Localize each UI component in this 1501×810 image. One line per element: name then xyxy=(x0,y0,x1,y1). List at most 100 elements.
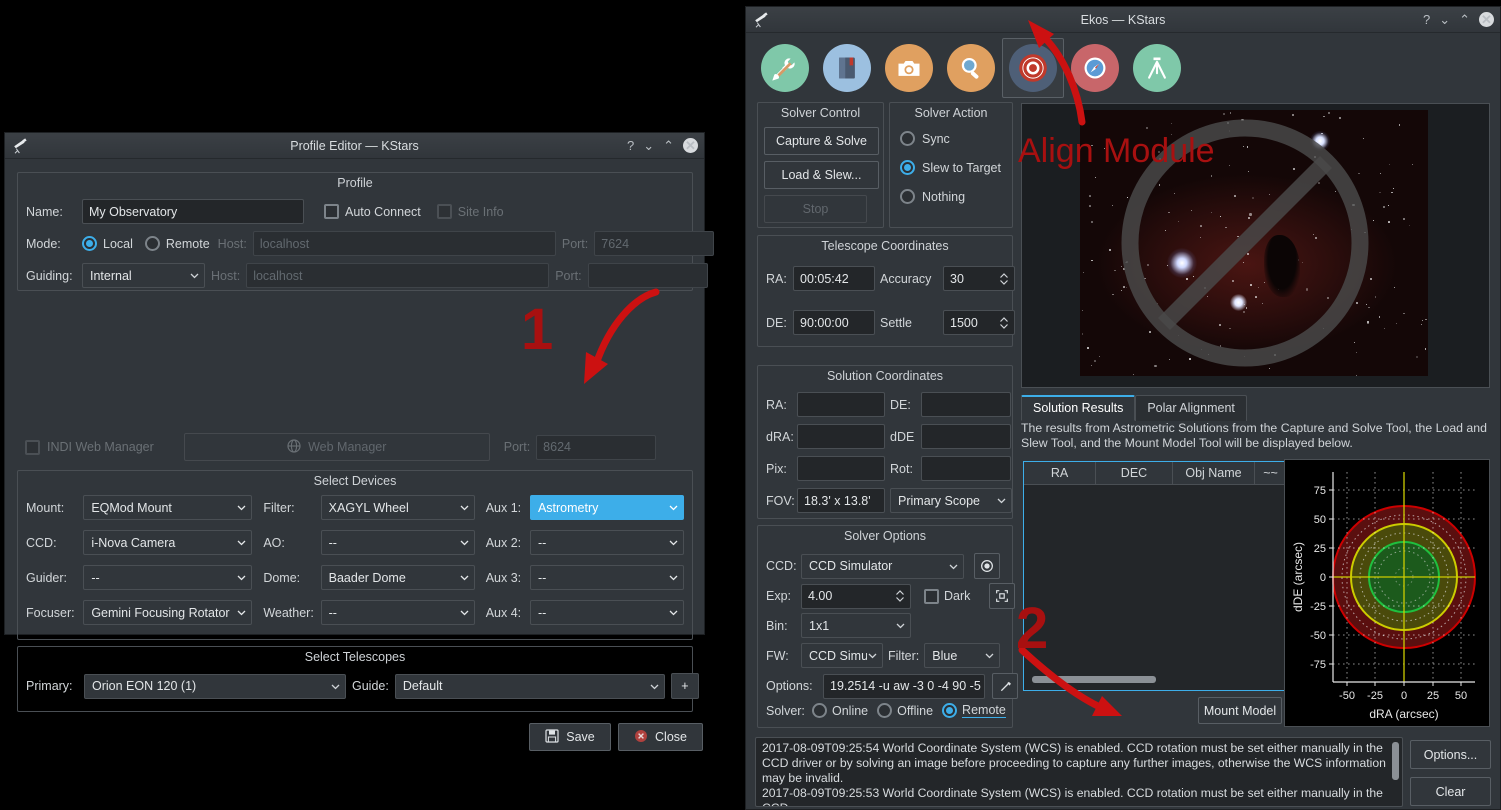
save-button[interactable]: Save xyxy=(529,723,611,751)
tc-ra-input[interactable]: 00:05:42 xyxy=(793,266,875,291)
frame-icon-button[interactable] xyxy=(989,583,1015,609)
solver-action-nothing[interactable]: Nothing xyxy=(900,189,1001,204)
module-tab-scheduler-module[interactable] xyxy=(816,38,878,98)
sc-rot-input[interactable] xyxy=(921,456,1011,481)
radio-icon[interactable] xyxy=(812,703,827,718)
spinner-arrows-icon[interactable] xyxy=(999,271,1009,287)
globe-icon xyxy=(287,439,301,456)
radio-icon[interactable] xyxy=(942,703,957,718)
align-image-preview[interactable] xyxy=(1021,103,1490,388)
profile-name-input[interactable]: My Observatory xyxy=(82,199,304,224)
module-tab-align-module[interactable] xyxy=(1002,38,1064,98)
device-select-2[interactable]: -- xyxy=(321,530,475,555)
solution-results-table[interactable]: RADECObj Name~~ xyxy=(1023,461,1288,691)
telescope-coordinates-title: Telescope Coordinates xyxy=(758,236,1012,255)
close-dialog-button[interactable]: Close xyxy=(618,723,703,751)
guiding-select[interactable]: Internal xyxy=(82,263,205,288)
table-column-header[interactable]: Obj Name xyxy=(1173,462,1255,484)
radio-icon[interactable] xyxy=(900,131,915,146)
ytick-50: 50 xyxy=(1314,514,1326,526)
module-tab-setup-module[interactable] xyxy=(754,38,816,98)
device-select-1[interactable]: i-Nova Camera xyxy=(83,530,252,555)
close-button[interactable]: ✕ xyxy=(1479,12,1494,27)
device-select-3[interactable]: -- xyxy=(530,530,684,555)
results-tab-polar-alignment[interactable]: Polar Alignment xyxy=(1135,395,1247,421)
sc-pix-input[interactable] xyxy=(797,456,885,481)
tc-de-input[interactable]: 90:00:00 xyxy=(793,310,875,335)
solver-options-input[interactable]: 19.2514 -u aw -3 0 -4 90 -5 30 xyxy=(823,674,985,699)
solver-type-remote[interactable]: Remote xyxy=(942,703,1006,718)
no-entry-icon xyxy=(1116,114,1374,372)
module-tab-guide-module[interactable] xyxy=(1064,38,1126,98)
binning-select[interactable]: 1x1 xyxy=(801,613,911,638)
mode-remote-radio[interactable] xyxy=(145,236,160,251)
radio-icon[interactable] xyxy=(877,703,892,718)
settle-spinbox[interactable]: 1500 xyxy=(943,310,1015,335)
scope-select[interactable]: Primary Scope xyxy=(890,488,1012,513)
module-tab-mount-module[interactable] xyxy=(1126,38,1188,98)
log-options-button[interactable]: Options... xyxy=(1410,740,1491,769)
device-select-3[interactable]: -- xyxy=(530,600,684,625)
accuracy-spinbox[interactable]: 30 xyxy=(943,266,1015,291)
device-select-1[interactable]: -- xyxy=(83,565,252,590)
minimize-button[interactable]: ⌄ xyxy=(1439,13,1450,26)
port-label: Port: xyxy=(562,237,588,251)
star xyxy=(1091,221,1093,223)
results-tab-solution-results[interactable]: Solution Results xyxy=(1021,395,1135,421)
radio-icon[interactable] xyxy=(900,189,915,204)
device-select-1[interactable]: EQMod Mount xyxy=(83,495,252,520)
polar-alignment-chart[interactable]: 75 50 25 0 -25 -50 -75 -50 -25 0 25 50 d… xyxy=(1284,459,1490,727)
log-clear-button[interactable]: Clear xyxy=(1410,777,1491,806)
capture-and-solve-button[interactable]: Capture & Solve xyxy=(764,127,879,155)
device-select-2[interactable]: Baader Dome xyxy=(321,565,475,590)
help-button[interactable]: ? xyxy=(1423,13,1430,26)
add-telescope-button[interactable]: + xyxy=(671,673,699,699)
device-label-1: CCD: xyxy=(26,536,78,550)
module-tab-focus-module[interactable] xyxy=(940,38,1002,98)
solver-action-sync[interactable]: Sync xyxy=(900,131,1001,146)
load-and-slew-button[interactable]: Load & Slew... xyxy=(764,161,879,189)
table-column-header[interactable]: RA xyxy=(1024,462,1096,484)
device-select-2[interactable]: -- xyxy=(321,600,475,625)
solver-type-online[interactable]: Online xyxy=(812,703,868,718)
aperture-icon-button[interactable] xyxy=(974,553,1000,579)
maximize-button[interactable]: ⌃ xyxy=(1459,13,1470,26)
minimize-button[interactable]: ⌄ xyxy=(643,139,654,152)
dark-checkbox[interactable] xyxy=(924,589,939,604)
auto-connect-checkbox[interactable] xyxy=(324,204,339,219)
sc-fov-input[interactable]: 18.3' x 13.8' xyxy=(797,488,885,513)
device-select-3[interactable]: Astrometry xyxy=(530,495,684,520)
table-horizontal-scrollbar[interactable] xyxy=(1032,676,1156,683)
radio-icon[interactable] xyxy=(900,160,915,175)
solver-action-slew-to-target[interactable]: Slew to Target xyxy=(900,160,1001,175)
device-select-1[interactable]: Gemini Focusing Rotator xyxy=(83,600,252,625)
table-column-header[interactable]: DEC xyxy=(1096,462,1173,484)
exposure-spinbox[interactable]: 4.00 xyxy=(801,584,911,609)
table-column-header[interactable]: ~~ xyxy=(1255,462,1287,484)
mode-local-radio[interactable] xyxy=(82,236,97,251)
guide-telescope-select[interactable]: Default xyxy=(395,674,665,699)
device-select-2[interactable]: XAGYL Wheel xyxy=(321,495,475,520)
maximize-button[interactable]: ⌃ xyxy=(663,139,674,152)
solver-type-offline[interactable]: Offline xyxy=(877,703,933,718)
sc-dde-input[interactable] xyxy=(921,424,1011,449)
log-scrollbar[interactable] xyxy=(1392,742,1399,780)
close-button[interactable]: ✕ xyxy=(683,138,698,153)
module-tab-capture-module[interactable] xyxy=(878,38,940,98)
solver-ccd-select[interactable]: CCD Simulator xyxy=(801,554,964,579)
sc-de-input[interactable] xyxy=(921,392,1011,417)
wand-icon-button[interactable] xyxy=(992,673,1018,699)
filter-select[interactable]: Blue xyxy=(924,643,1000,668)
help-button[interactable]: ? xyxy=(627,139,634,152)
sc-ra-input[interactable] xyxy=(797,392,885,417)
device-select-3[interactable]: -- xyxy=(530,565,684,590)
spinner-arrows-icon[interactable] xyxy=(999,315,1009,331)
chevron-down-icon xyxy=(668,537,679,548)
log-output[interactable]: 2017-08-09T09:25:54 World Coordinate Sys… xyxy=(755,737,1403,807)
device-row-0: Mount:EQMod MountFilter:XAGYL WheelAux 1… xyxy=(26,495,684,520)
primary-telescope-select[interactable]: Orion EON 120 (1) xyxy=(84,674,346,699)
mount-model-button[interactable]: Mount Model xyxy=(1198,697,1282,724)
sc-dra-input[interactable] xyxy=(797,424,885,449)
spinner-arrows-icon[interactable] xyxy=(895,588,905,604)
filter-wheel-select[interactable]: CCD Simul xyxy=(801,643,883,668)
